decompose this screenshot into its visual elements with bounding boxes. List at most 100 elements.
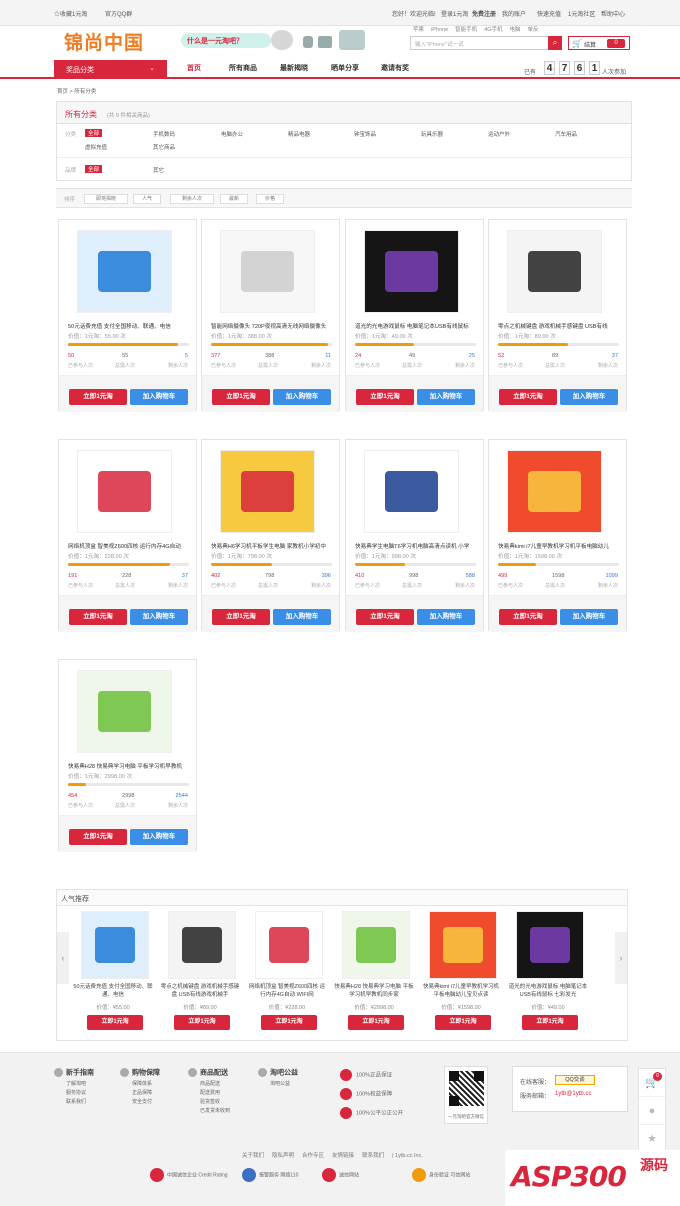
sidebar-service-button[interactable]: ● — [639, 1097, 665, 1125]
popular-item[interactable]: 网络机顶盒 智美视Z600四核 运行内存4G自动 WIFI网 价值：¥228.0… — [247, 911, 327, 1035]
popular-image[interactable] — [168, 911, 236, 979]
sidebar-cart-button[interactable]: 🛒 0 — [639, 1069, 665, 1097]
sort-option[interactable]: 最新 — [220, 194, 248, 204]
category-option[interactable]: 其它商品 — [153, 143, 175, 151]
qq-chat-button[interactable]: QQ交谈 — [555, 1075, 595, 1085]
qq-group-link[interactable]: 官方QQ群 — [105, 9, 132, 18]
search-button[interactable]: ⌕ — [548, 36, 562, 50]
popular-buy-button[interactable]: 立即1元淘 — [87, 1015, 143, 1030]
footer-link[interactable]: 友情链接 — [332, 1153, 354, 1159]
popular-buy-button[interactable]: 立即1元淘 — [174, 1015, 230, 1030]
trust-badge[interactable]: 身份验证 可信网站 — [412, 1168, 470, 1182]
popular-item[interactable]: 道光的光电游戏鼠标 电脑笔记本USB有线鼠标 七彩发光 价值：¥49.00 立即… — [508, 911, 588, 1035]
product-card[interactable]: 快易典H6学习机平板学生电脑 家教机小学初中 价值：1元淘：798.00 次 4… — [201, 439, 340, 632]
popular-item[interactable]: 快易典H28 快易典学习电脑 平板学习机早教机同步家 价值：¥2998.00 立… — [334, 911, 414, 1035]
nav-home[interactable]: 首页 — [187, 63, 201, 73]
product-name[interactable]: 50元话费充值 支付全国移动、联通、电信 — [68, 322, 190, 330]
add-to-cart-button[interactable]: 加入购物车 — [417, 389, 475, 405]
category-option[interactable]: 运动户外 — [488, 130, 510, 138]
search-input[interactable]: 输入"iPhone"试一试 — [410, 36, 562, 50]
buy-now-button[interactable]: 立即1元淘 — [212, 609, 270, 625]
popular-item[interactable]: 快易典kimi i7儿童早教机学习机平板电脑幼儿宝贝点读 价值：¥1598.00… — [421, 911, 501, 1035]
product-image[interactable] — [220, 450, 315, 533]
category-option[interactable]: 手机数码 — [153, 130, 175, 138]
footer-column-link[interactable]: 淘吧公益 — [258, 1080, 298, 1089]
favorite-link[interactable]: ☆收藏1元淘 — [54, 9, 87, 18]
popular-item[interactable]: 零点之机械键盘 游戏机械手感键盘 USB有线游戏机械手 价值：¥89.00 立即… — [160, 911, 240, 1035]
popular-name[interactable]: 快易典kimi i7儿童早教机学习机平板电脑幼儿宝贝点读 — [421, 983, 501, 999]
add-to-cart-button[interactable]: 加入购物车 — [560, 389, 618, 405]
recharge-link[interactable]: 快速充值 — [537, 9, 561, 18]
trust-badge[interactable]: 中国诚信企业 Credit Rating — [150, 1168, 228, 1182]
carousel-prev-button[interactable]: ‹ — [57, 932, 69, 984]
hot-keyword[interactable]: 苹果 — [413, 27, 424, 33]
buy-now-button[interactable]: 立即1元淘 — [356, 609, 414, 625]
product-card[interactable]: 快易典学生电脑T6学习机电脑高清点读机 小学 价值：1元淘：998.00 次 4… — [345, 439, 484, 632]
footer-column-link[interactable]: 了解淘吧 — [54, 1080, 94, 1089]
product-image[interactable] — [77, 230, 172, 313]
buy-now-button[interactable]: 立即1元淘 — [69, 389, 127, 405]
product-name[interactable]: 快易典kimi i7儿童早教机学习机平板电脑幼儿 — [498, 542, 620, 550]
product-card[interactable]: 快易典kimi i7儿童早教机学习机平板电脑幼儿 价值：1元淘：1598.00 … — [488, 439, 627, 632]
sort-option[interactable]: 人气 — [133, 194, 161, 204]
cart-button[interactable]: 🛒 结算 0 — [568, 36, 630, 50]
help-link[interactable]: 帮助中心 — [601, 9, 625, 18]
popular-image[interactable] — [342, 911, 410, 979]
popular-buy-button[interactable]: 立即1元淘 — [435, 1015, 491, 1030]
nav-invite[interactable]: 邀请有奖 — [381, 63, 409, 73]
category-option[interactable]: 钟宝饰品 — [354, 130, 376, 138]
popular-buy-button[interactable]: 立即1元淘 — [522, 1015, 578, 1030]
footer-link[interactable]: 合作专区 — [302, 1153, 324, 1159]
popular-name[interactable]: 快易典H28 快易典学习电脑 平板学习机早教机同步家 — [334, 983, 414, 999]
buy-now-button[interactable]: 立即1元淘 — [499, 389, 557, 405]
product-name[interactable]: 网络机顶盒 智美视Z600四核 运行内存4G自动 — [68, 542, 190, 550]
sidebar-favorite-button[interactable]: ★ — [639, 1125, 665, 1153]
trust-badge[interactable]: 诚信网站 — [322, 1168, 359, 1182]
site-logo[interactable]: 锦尚中国 — [64, 28, 144, 55]
brand-option[interactable]: 其它 — [153, 166, 164, 174]
popular-name[interactable]: 道光的光电游戏鼠标 电脑笔记本USB有线鼠标 七彩发光 — [508, 983, 588, 999]
product-image[interactable] — [77, 670, 172, 753]
popular-name[interactable]: 网络机顶盒 智美视Z600四核 运行内存4G自动 WIFI网 — [247, 983, 327, 999]
hot-keyword[interactable]: iPhone — [431, 27, 448, 33]
product-name[interactable]: 快易典H28 快易典学习电脑 平板学习机早教机 — [68, 762, 190, 770]
product-image[interactable] — [507, 230, 602, 313]
popular-image[interactable] — [429, 911, 497, 979]
product-name[interactable]: 道光的光电游戏鼠标 电脑笔记本USB有线鼠标 — [355, 322, 477, 330]
category-option[interactable]: 虚拟充值 — [85, 143, 107, 151]
add-to-cart-button[interactable]: 加入购物车 — [273, 389, 331, 405]
product-card[interactable]: 道光的光电游戏鼠标 电脑笔记本USB有线鼠标 价值：1元淘：49.00 次 24… — [345, 219, 484, 412]
nav-latest[interactable]: 最新揭晓 — [280, 63, 308, 73]
product-image[interactable] — [77, 450, 172, 533]
hot-keyword[interactable]: 电脑 — [510, 27, 521, 33]
add-to-cart-button[interactable]: 加入购物车 — [273, 609, 331, 625]
product-card[interactable]: 50元话费充值 支付全国移动、联通、电信 价值：1元淘：55.00 次 50 5… — [58, 219, 197, 412]
product-image[interactable] — [220, 230, 315, 313]
footer-link[interactable]: 关于我们 — [242, 1153, 264, 1159]
buy-now-button[interactable]: 立即1元淘 — [212, 389, 270, 405]
footer-column-link[interactable]: 正品保障 — [120, 1089, 160, 1098]
hot-keyword[interactable]: 4G手机 — [484, 27, 502, 33]
register-link[interactable]: 免费注册 — [472, 9, 496, 18]
product-card[interactable]: 智能网络摄像头 720P夜视高清无线网络摄像头 价值：1元淘：388.00 次 … — [201, 219, 340, 412]
hot-keyword[interactable]: 智能手机 — [455, 27, 477, 33]
footer-column-link[interactable]: 已发货未收到 — [188, 1107, 230, 1116]
service-email[interactable]: 1ytb@1ytb.cc — [555, 1091, 591, 1097]
category-option[interactable]: 电脑办公 — [221, 130, 243, 138]
product-name[interactable]: 快易典学生电脑T6学习机电脑高清点读机 小学 — [355, 542, 477, 550]
category-option[interactable]: 精品电器 — [288, 130, 310, 138]
community-link[interactable]: 1元淘社区 — [568, 9, 595, 18]
footer-column-link[interactable]: 保障体系 — [120, 1080, 160, 1089]
product-image[interactable] — [507, 450, 602, 533]
footer-column-link[interactable]: 验货签收 — [188, 1098, 230, 1107]
category-all[interactable]: 全部 — [85, 129, 103, 137]
buy-now-button[interactable]: 立即1元淘 — [69, 609, 127, 625]
product-name[interactable]: 快易典H6学习机平板学生电脑 家教机小学初中 — [211, 542, 333, 550]
login-link[interactable]: 登录1元淘 — [441, 9, 468, 18]
sort-option[interactable]: 剩余人次 — [170, 194, 214, 204]
nav-all-products[interactable]: 所有商品 — [229, 63, 257, 73]
buy-now-button[interactable]: 立即1元淘 — [69, 829, 127, 845]
footer-column-link[interactable]: 联系我们 — [54, 1098, 94, 1107]
popular-name[interactable]: 零点之机械键盘 游戏机械手感键盘 USB有线游戏机械手 — [160, 983, 240, 999]
product-image[interactable] — [364, 450, 459, 533]
